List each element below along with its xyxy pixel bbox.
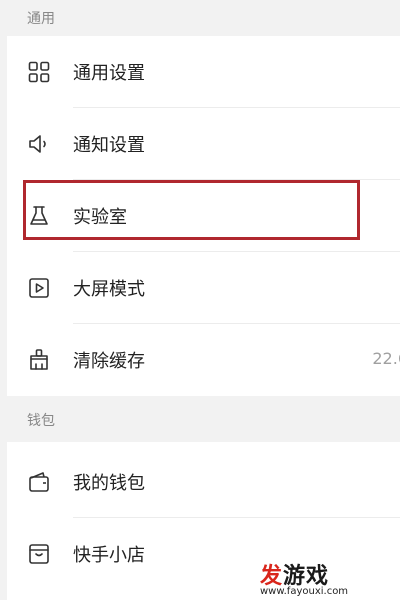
watermark: 发游戏 www.fayouxi.com xyxy=(258,558,400,598)
cache-size-value: 22.6 xyxy=(372,349,400,368)
row-label-my-wallet: 我的钱包 xyxy=(73,473,145,494)
section-title-general: 通用 xyxy=(27,11,55,27)
row-notification-settings[interactable]: 通知设置 xyxy=(7,108,400,180)
section-header-general: 通用 xyxy=(0,0,400,36)
watermark-url: www.fayouxi.com xyxy=(260,586,349,597)
wallet-icon xyxy=(27,470,51,494)
row-lab[interactable]: 实验室 xyxy=(7,180,400,252)
speaker-icon xyxy=(27,132,51,156)
flask-icon xyxy=(27,204,51,228)
grid-icon xyxy=(27,60,51,84)
row-general-settings[interactable]: 通用设置 xyxy=(7,36,400,108)
row-big-screen-mode[interactable]: 大屏模式 xyxy=(7,252,400,324)
play-screen-icon xyxy=(27,276,51,300)
row-clear-cache[interactable]: 清除缓存 22.6 xyxy=(7,324,400,396)
section-header-wallet: 钱包 xyxy=(0,396,400,442)
row-my-wallet[interactable]: 我的钱包 xyxy=(7,446,400,518)
row-label-general-settings: 通用设置 xyxy=(73,63,145,84)
row-label-lab: 实验室 xyxy=(73,207,127,228)
general-settings-card: 通用设置 通知设置 实验室 大屏模式 清除缓存 22. xyxy=(7,36,400,396)
row-label-big-screen-mode: 大屏模式 xyxy=(73,279,145,300)
broom-icon xyxy=(27,348,51,372)
shop-icon xyxy=(27,542,51,566)
row-label-kuaishou-shop: 快手小店 xyxy=(73,545,145,566)
row-label-clear-cache: 清除缓存 xyxy=(73,351,145,372)
row-label-notification-settings: 通知设置 xyxy=(73,135,145,156)
section-title-wallet: 钱包 xyxy=(27,413,55,429)
